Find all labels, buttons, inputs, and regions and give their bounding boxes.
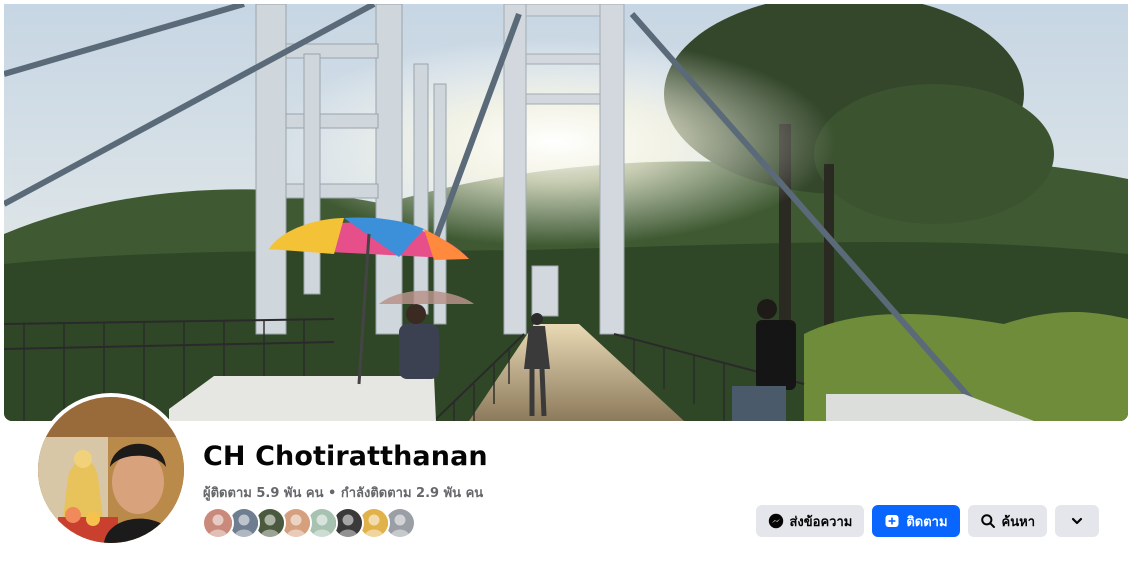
stats-separator: • xyxy=(323,486,341,501)
profile-actions: ส่งข้อความ ติดตาม ค้นหา xyxy=(755,505,1099,537)
profile-stats: ผู้ติดตาม 5.9 พัน คน • กำลังติดตาม 2.9 พ… xyxy=(203,482,483,503)
message-button[interactable]: ส่งข้อความ xyxy=(755,505,865,537)
profile-picture-image xyxy=(38,397,184,543)
follow-button-label: ติดตาม xyxy=(906,514,948,530)
following-count[interactable]: กำลังติดตาม 2.9 พัน คน xyxy=(341,486,483,501)
message-button-label: ส่งข้อความ xyxy=(789,514,853,530)
friend-avatar-1[interactable] xyxy=(202,507,234,539)
chevron-down-icon xyxy=(1069,513,1085,529)
cover-photo[interactable] xyxy=(4,4,1128,421)
more-options-button[interactable] xyxy=(1055,505,1099,537)
friends-preview xyxy=(202,507,416,539)
followers-count[interactable]: ผู้ติดตาม 5.9 พัน คน xyxy=(203,486,323,501)
search-button-label: ค้นหา xyxy=(1001,514,1035,530)
search-button[interactable]: ค้นหา xyxy=(967,505,1047,537)
search-icon xyxy=(980,513,996,529)
profile-name: CH Chotiratthanan xyxy=(203,441,488,472)
cover-photo-image xyxy=(4,4,1128,421)
follow-button[interactable]: ติดตาม xyxy=(872,505,960,537)
messenger-icon xyxy=(768,513,784,529)
follow-icon xyxy=(884,513,900,529)
profile-picture-frame[interactable] xyxy=(34,393,188,547)
profile-picture[interactable] xyxy=(38,397,184,543)
